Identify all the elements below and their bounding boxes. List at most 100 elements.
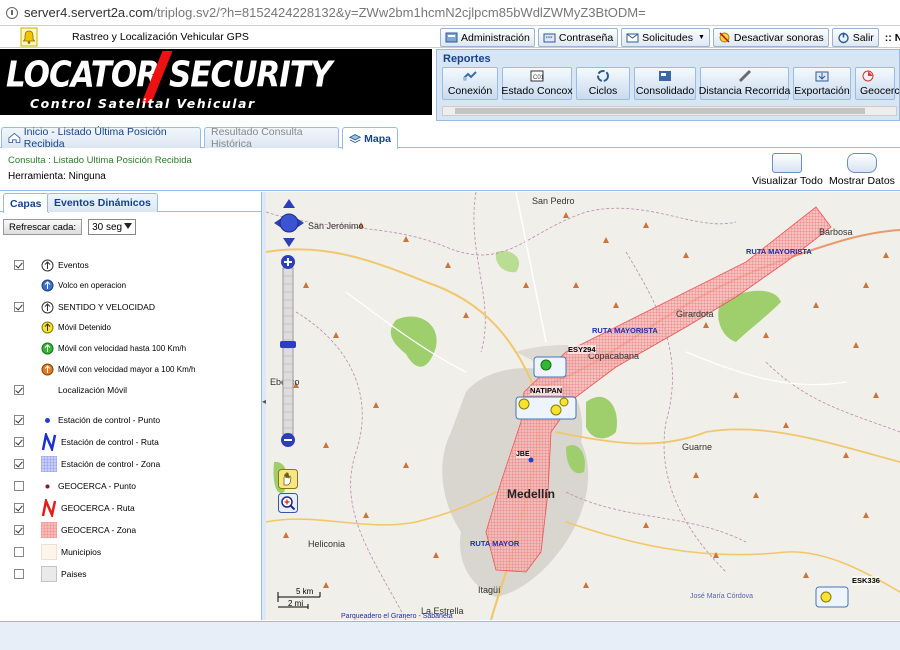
monitor-icon (772, 153, 803, 173)
volco-icon (41, 279, 54, 291)
salir-button[interactable]: Salir (831, 28, 879, 47)
tab-eventos-dinamicos[interactable]: Eventos Dinámicos (47, 193, 158, 212)
info-icon (846, 153, 877, 173)
layer-checkbox[interactable] (14, 302, 24, 312)
reportes-buttons: Conexión C01 Estado Concox Ciclos Consol… (442, 67, 900, 100)
legend-velocidad-mayor-100: Móvil con velocidad mayor a 100 Km/h (41, 361, 195, 377)
app-title: Rastreo y Localización Vehicular GPS (72, 31, 249, 43)
layer-geocerca-punto: GEOCERCA - Punto (14, 477, 136, 495)
main-tabs: Inicio - Listado Última Posición Recibid… (0, 126, 900, 150)
consulta-text: Consulta : Listado Ultima Posición Recib… (8, 155, 192, 166)
control-point[interactable] (528, 457, 534, 463)
exportacion-button[interactable]: Exportación (793, 67, 851, 100)
plate-label-natipan: NATIPAN (530, 386, 563, 395)
zone-red-icon (41, 522, 57, 538)
layers-icon (349, 133, 362, 143)
legend-movil-detenido: Móvil Detenido (41, 319, 111, 335)
reportes-title: Reportes (443, 53, 491, 65)
browser-url-bar[interactable]: server4.servert2a.com/triplog.sv2/?h=815… (0, 0, 900, 26)
herramienta-text: Herramienta: Ninguna (8, 171, 106, 182)
distancia-recorrida-button[interactable]: Distancia Recorrida (699, 67, 790, 100)
layer-geocerca-ruta: GEOCERCA - Ruta (14, 499, 135, 517)
scrollbar-thumb[interactable] (455, 108, 865, 114)
map-label-san-pedro: San Pedro (532, 196, 575, 206)
status-icon: C01 (530, 70, 545, 82)
map-label-jose-maria-cordova: José María Córdova (690, 593, 754, 600)
mail-icon (626, 33, 639, 43)
layer-checkbox[interactable] (14, 525, 24, 535)
password-icon: *** (543, 33, 556, 43)
administracion-button[interactable]: Administración (440, 28, 535, 47)
refresh-interval-select[interactable]: 30 seg (88, 219, 137, 235)
desactivar-sonoras-button[interactable]: Desactivar sonoras (712, 28, 829, 47)
layer-checkbox[interactable] (14, 503, 24, 513)
ciclos-button[interactable]: Ciclos (576, 67, 630, 100)
reportes-panel: Reportes Conexión C01 Estado Concox Cicl… (436, 49, 900, 121)
point-icon (45, 417, 50, 423)
export-icon (815, 71, 829, 82)
cycle-icon (597, 70, 609, 82)
layer-checkbox[interactable] (14, 415, 24, 425)
layer-eventos: Eventos (14, 256, 89, 274)
point-red-icon (45, 484, 50, 488)
url-text[interactable]: server4.servert2a.com/triplog.sv2/?h=815… (24, 5, 646, 20)
site-info-icon[interactable] (6, 6, 18, 19)
layer-checkbox[interactable] (14, 437, 24, 447)
map-label-girardota: Girardota (676, 309, 714, 319)
tab-capas[interactable]: Capas (3, 193, 49, 213)
layer-sentido-y-velocidad: SENTIDO Y VELOCIDAD (14, 298, 155, 316)
tab-mapa[interactable]: Mapa (342, 127, 398, 149)
vehicle-marker-natipan[interactable] (515, 396, 577, 420)
svg-text:C01: C01 (533, 75, 545, 81)
pan-hand-tool-icon[interactable] (278, 469, 298, 489)
alarm-off-icon (719, 32, 730, 43)
scale-mi-label: 2 mi (288, 599, 304, 608)
municipios-swatch (41, 544, 57, 560)
layer-checkbox[interactable] (14, 385, 24, 395)
consolidado-button[interactable]: Consolidado (634, 67, 696, 100)
reportes-scrollbar[interactable] (442, 106, 897, 116)
map-label-itagui: Itagüí (478, 585, 501, 595)
zoom-box-tool-icon[interactable] (278, 493, 298, 513)
speed-high-icon (41, 363, 54, 375)
vehicle-marker-esy294[interactable] (533, 356, 567, 378)
refrescar-button[interactable]: Refrescar cada: (3, 219, 83, 235)
route-label-2: RUTA MAYORISTA (592, 326, 658, 335)
mostrar-datos-button[interactable]: Mostrar Datos (829, 153, 895, 187)
layer-checkbox[interactable] (14, 569, 24, 579)
control-point-label: JBE (516, 451, 530, 458)
contrasena-button[interactable]: *** Contraseña (537, 28, 619, 47)
alert-bell-icon[interactable] (20, 27, 38, 47)
layer-checkbox[interactable] (14, 547, 24, 557)
layer-checkbox[interactable] (14, 260, 24, 270)
map-label-san-jeronimo: San Jerónimo (308, 221, 364, 231)
geofence-icon (862, 70, 874, 82)
solicitudes-button[interactable]: Solicitudes ▼ (621, 28, 710, 47)
zoom-slider[interactable] (280, 254, 296, 448)
estado-concox-button[interactable]: C01 Estado Concox (501, 67, 573, 100)
power-icon (838, 32, 849, 44)
visualizar-todo-button[interactable]: Visualizar Todo (752, 153, 823, 187)
tab-inicio[interactable]: Inicio - Listado Última Posición Recibid… (1, 126, 201, 150)
arrow-up-icon (41, 301, 54, 313)
layer-localizacion-movil: Localización Móvil (14, 381, 127, 399)
layer-paises: Paises (14, 565, 87, 583)
logo-text: LOCATOR SECURITY (6, 54, 332, 96)
layer-checkbox[interactable] (14, 459, 24, 469)
pan-control[interactable] (273, 198, 305, 248)
chevron-down-icon (124, 223, 133, 229)
geocerca-button[interactable]: Geocerca (855, 67, 900, 100)
layers-sidepanel: Capas Eventos Dinámicos Refrescar cada: … (0, 192, 262, 620)
conexion-button[interactable]: Conexión (442, 67, 498, 100)
chevron-down-icon: ▼ (697, 34, 705, 41)
connection-icon (463, 71, 477, 81)
brand-logo: LOCATOR SECURITY Control Satelital Vehic… (0, 49, 432, 115)
tab-resultado-consulta-historica[interactable]: Resultado Consulta Histórica (204, 126, 339, 150)
layer-checkbox[interactable] (14, 481, 24, 491)
map-view[interactable]: San Pedro San Jerónimo Barbosa Girardota… (266, 192, 900, 620)
admin-icon (445, 32, 458, 43)
map-canvas[interactable] (266, 192, 900, 620)
svg-text:***: *** (545, 37, 553, 43)
arrow-up-icon (41, 259, 54, 271)
vehicle-marker-esk336[interactable] (815, 586, 849, 608)
